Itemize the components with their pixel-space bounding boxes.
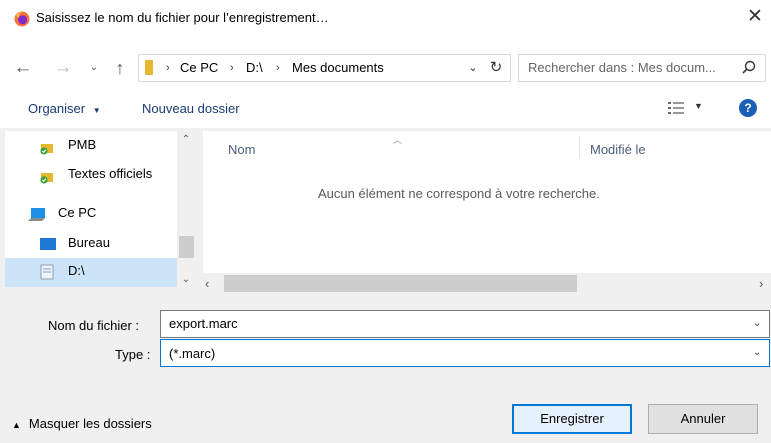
nav-item-label: PMB (68, 137, 97, 152)
empty-list-message: Aucun élément ne correspond à votre rech… (318, 186, 600, 201)
up-arrow-icon[interactable]: ↑ (110, 58, 130, 78)
breadcrumb-separator-icon: › (276, 62, 280, 74)
hide-folders-button[interactable]: ▲ Masquer les dossiers (12, 416, 152, 431)
chevron-up-icon: ▲ (12, 420, 21, 430)
help-button[interactable]: ? (739, 99, 757, 117)
forward-arrow-icon[interactable]: → (51, 58, 75, 78)
folder-check-icon (40, 144, 53, 155)
search-placeholder: Rechercher dans : Mes docum... (528, 60, 716, 75)
window-title: Saisissez le nom du fichier pour l’enreg… (36, 10, 329, 25)
chevron-down-icon[interactable]: ⌄ (753, 318, 761, 329)
desktop-icon (40, 238, 56, 250)
nav-item-label: Ce PC (58, 205, 97, 220)
nav-item-label: D:\ (68, 263, 85, 278)
recent-locations-chevron-icon[interactable]: ⌄ (87, 58, 101, 78)
computer-icon (28, 208, 45, 221)
drive-icon (40, 264, 54, 280)
nav-pane-scroll-thumb[interactable] (179, 236, 194, 258)
column-header-modified[interactable]: Modifié le (590, 142, 646, 157)
save-button[interactable]: Enregistrer (512, 404, 632, 434)
nav-item-label: Textes officiels (68, 166, 153, 181)
breadcrumb-separator-icon: › (230, 62, 234, 74)
horizontal-scroll-thumb[interactable] (224, 275, 577, 292)
back-arrow-icon[interactable]: ← (11, 58, 35, 78)
type-value: (*.marc) (169, 346, 216, 361)
search-icon[interactable] (740, 59, 758, 77)
nav-item-textes-officiels[interactable]: Textes officiels (40, 166, 175, 186)
scroll-right-arrow-icon[interactable]: › (759, 276, 763, 291)
sort-ascending-icon: ︿ (393, 135, 403, 145)
command-toolbar (0, 94, 771, 128)
column-header-name[interactable]: Nom (228, 142, 255, 157)
folder-icon (145, 60, 153, 75)
nav-item-bureau[interactable]: Bureau (40, 235, 160, 255)
caret-down-icon: ▼ (92, 106, 101, 115)
chevron-down-icon[interactable]: ⌄ (753, 347, 761, 358)
scroll-down-arrow-icon[interactable]: ⌄ (178, 274, 194, 288)
organize-label: Organiser (28, 101, 86, 116)
organize-button[interactable]: Organiser ▼ (28, 101, 101, 116)
nav-item-drive-d[interactable]: D:\ (40, 263, 160, 283)
chevron-down-icon[interactable]: ⌄ (466, 59, 480, 77)
caret-down-icon[interactable]: ▼ (694, 101, 703, 111)
file-list (203, 131, 771, 287)
nav-item-pmb[interactable]: PMB (40, 137, 170, 157)
refresh-icon[interactable]: ↻ (485, 57, 507, 79)
scroll-left-arrow-icon[interactable]: ‹ (205, 276, 209, 291)
scroll-up-arrow-icon[interactable]: ⌃ (178, 134, 194, 148)
cancel-button[interactable]: Annuler (648, 404, 758, 434)
filename-value: export.marc (169, 316, 238, 331)
filename-label: Nom du fichier : (48, 318, 140, 333)
close-button[interactable]: ✕ (744, 6, 766, 28)
breadcrumb-ce-pc[interactable]: Ce PC (180, 60, 218, 75)
breadcrumb-mes-documents[interactable]: Mes documents (292, 60, 384, 75)
hide-folders-label: Masquer les dossiers (28, 416, 152, 431)
nav-item-ce-pc[interactable]: Ce PC (28, 205, 148, 225)
nav-item-label: Bureau (68, 235, 110, 250)
new-folder-button[interactable]: Nouveau dossier (142, 101, 240, 116)
nav-pane-scrollbar[interactable] (177, 131, 196, 287)
type-select[interactable] (160, 339, 770, 367)
breadcrumb-drive[interactable]: D:\ (246, 60, 263, 75)
firefox-icon (14, 11, 30, 27)
filename-field[interactable] (160, 310, 770, 338)
breadcrumb-separator-icon: › (166, 62, 170, 74)
column-separator[interactable] (579, 136, 580, 158)
folder-check-icon (40, 173, 53, 184)
view-details-icon[interactable] (668, 101, 684, 115)
type-label: Type : (115, 347, 151, 362)
